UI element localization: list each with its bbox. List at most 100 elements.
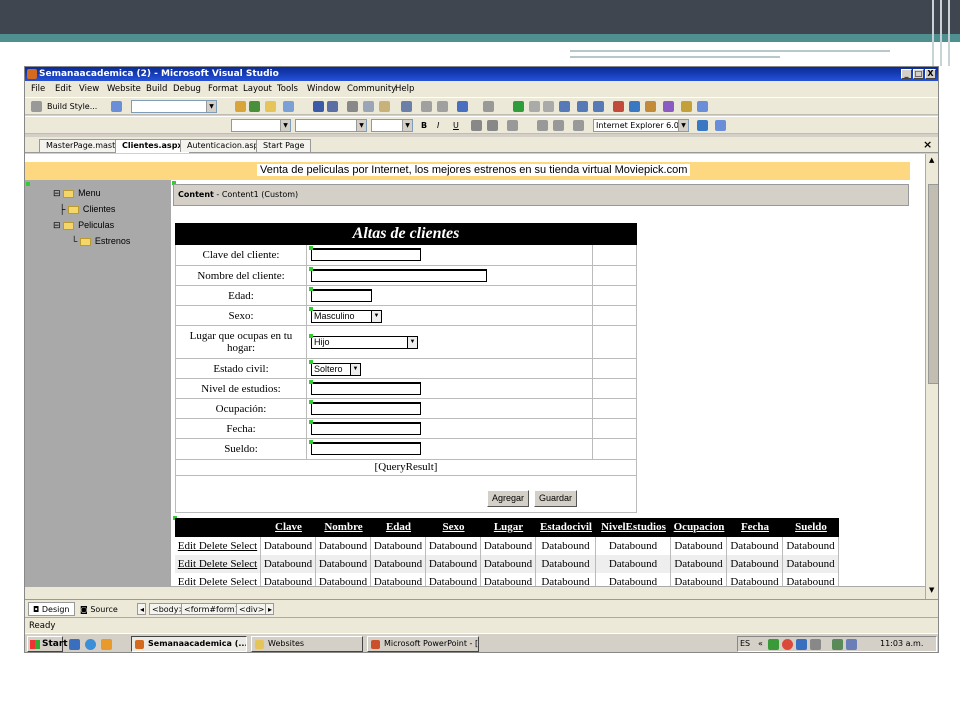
grid-header[interactable]: Edad	[371, 518, 426, 537]
lugar-select[interactable]: Hijo ▼	[311, 336, 418, 349]
menu-debug[interactable]: Debug	[173, 84, 201, 94]
outdent-icon[interactable]	[437, 101, 448, 112]
tray-icon[interactable]	[810, 639, 821, 650]
grid-header[interactable]: Fecha	[727, 518, 783, 537]
task-powerpoint[interactable]: Microsoft PowerPoint - [A...	[367, 636, 479, 652]
tray-icon[interactable]	[768, 639, 779, 650]
scroll-thumb[interactable]	[928, 184, 938, 384]
font-name-combo[interactable]: ▼	[295, 119, 367, 132]
menu-community[interactable]: Community	[347, 84, 396, 94]
grid-header[interactable]: Estadocivil	[536, 518, 596, 537]
menu-window[interactable]: Window	[307, 84, 341, 94]
more-windows-icon[interactable]	[697, 101, 708, 112]
style-combo[interactable]: ▼	[131, 100, 217, 113]
media-icon[interactable]	[101, 639, 112, 650]
sueldo-input[interactable]	[311, 442, 421, 455]
crumb-forward-icon[interactable]: ▸	[265, 603, 274, 615]
menu-tools[interactable]: Tools	[277, 84, 298, 94]
target-browser-combo[interactable]: Internet Explorer 6.0 ▼	[593, 119, 689, 132]
numbering-icon[interactable]	[553, 120, 564, 131]
block-format-combo[interactable]: ▼	[231, 119, 291, 132]
open-folder-icon[interactable]	[265, 101, 276, 112]
bullets-icon[interactable]	[537, 120, 548, 131]
crumb-back-icon[interactable]: ◂	[137, 603, 146, 615]
close-button[interactable]: X	[925, 69, 936, 79]
step-out-icon[interactable]	[593, 101, 604, 112]
step-into-icon[interactable]	[577, 101, 588, 112]
italic-button[interactable]: I	[437, 120, 439, 132]
start-debug-icon[interactable]	[513, 101, 524, 112]
tray-expand-icon[interactable]: «	[758, 637, 763, 651]
grid-header[interactable]: Nombre	[316, 518, 371, 537]
task-websites[interactable]: Websites	[251, 636, 363, 652]
design-mode-button[interactable]: ◘ Design	[28, 602, 75, 616]
solution-explorer-icon[interactable]	[613, 101, 624, 112]
tab-clientes[interactable]: Clientes.aspx	[115, 139, 190, 153]
clave-input[interactable]	[311, 248, 421, 261]
hyperlink-icon[interactable]	[573, 120, 584, 131]
vertical-scrollbar[interactable]: ▲ ▼	[925, 154, 938, 599]
object-browser-icon[interactable]	[663, 101, 674, 112]
stop-icon[interactable]	[543, 101, 554, 112]
menu-format[interactable]: Format	[208, 84, 238, 94]
horizontal-scrollbar[interactable]	[25, 586, 925, 599]
menu-layout[interactable]: Layout	[243, 84, 272, 94]
ocupacion-input[interactable]	[311, 402, 421, 415]
new-project-icon[interactable]	[235, 101, 246, 112]
pause-icon[interactable]	[529, 101, 540, 112]
cut-icon[interactable]	[347, 101, 358, 112]
background-color-icon[interactable]	[487, 120, 498, 131]
undo-icon[interactable]	[457, 101, 468, 112]
network-icon[interactable]	[832, 639, 843, 650]
grid-header[interactable]: Lugar	[481, 518, 536, 537]
breadcrumb-div[interactable]: <div>	[236, 603, 268, 615]
indent-icon[interactable]	[421, 101, 432, 112]
menu-help[interactable]: Help	[395, 84, 414, 94]
maximize-button[interactable]: □	[913, 69, 924, 79]
grid-header[interactable]: Clave	[261, 518, 316, 537]
redo-icon[interactable]	[483, 101, 494, 112]
style-builder-icon[interactable]	[111, 101, 122, 112]
build-style-button[interactable]: Build Style...	[47, 101, 97, 113]
paste-icon[interactable]	[379, 101, 390, 112]
justify-icon[interactable]	[507, 120, 518, 131]
show-desktop-icon[interactable]	[69, 639, 80, 650]
menu-file[interactable]: File	[31, 84, 45, 94]
close-tab-icon[interactable]: ×	[923, 138, 932, 151]
estado-civil-select[interactable]: Soltero ▼	[311, 363, 361, 376]
properties-icon[interactable]	[629, 101, 640, 112]
source-mode-button[interactable]: ◙ Source	[75, 602, 123, 616]
tree-node-menu[interactable]: ⊟ Menu	[53, 188, 101, 199]
style-icon[interactable]	[31, 101, 42, 112]
validation-icon[interactable]	[715, 120, 726, 131]
guardar-button[interactable]: Guardar	[534, 490, 578, 507]
add-item-icon[interactable]	[249, 101, 260, 112]
save-icon[interactable]	[283, 101, 294, 112]
copy-icon[interactable]	[363, 101, 374, 112]
grid-header[interactable]: Sueldo	[783, 518, 839, 537]
tab-start-page[interactable]: Start Page	[256, 139, 312, 152]
menu-view[interactable]: View	[79, 84, 99, 94]
grid-row-actions[interactable]: Edit Delete Select	[175, 537, 261, 555]
scroll-up-icon[interactable]: ▲	[929, 156, 934, 164]
class-view-icon[interactable]	[681, 101, 692, 112]
edad-input[interactable]	[311, 289, 372, 302]
bold-button[interactable]: B	[421, 120, 427, 132]
menu-website[interactable]: Website	[107, 84, 141, 94]
tree-node-estrenos[interactable]: └ Estrenos	[71, 236, 130, 246]
step-icon[interactable]	[559, 101, 570, 112]
task-visual-studio[interactable]: Semanaacademica (...	[131, 636, 247, 652]
nombre-input[interactable]	[311, 269, 487, 282]
grid-header[interactable]: NivelEstudios	[596, 518, 671, 537]
grid-header[interactable]: Sexo	[426, 518, 481, 537]
menu-build[interactable]: Build	[146, 84, 167, 94]
tree-node-clientes[interactable]: ├ Clientes	[59, 204, 115, 214]
grid-header[interactable]: Ocupacion	[671, 518, 727, 537]
sexo-select[interactable]: Masculino ▼	[311, 310, 382, 323]
save-all-icon[interactable]	[313, 101, 324, 112]
start-button[interactable]: Start	[27, 636, 68, 652]
grid-row-actions[interactable]: Edit Delete Select	[175, 555, 261, 573]
nivel-estudios-input[interactable]	[311, 382, 421, 395]
check-accessibility-icon[interactable]	[697, 120, 708, 131]
foreground-color-icon[interactable]	[471, 120, 482, 131]
